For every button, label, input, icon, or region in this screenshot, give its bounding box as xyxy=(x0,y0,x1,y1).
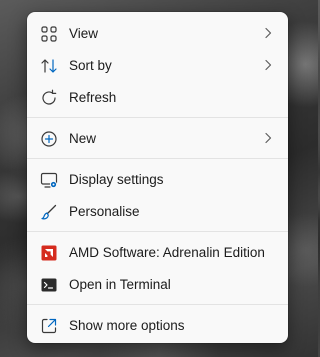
chevron-right-icon xyxy=(264,27,272,39)
menu-item-personalise[interactable]: Personalise xyxy=(27,195,288,227)
menu-separator xyxy=(27,304,288,305)
menu-item-amd-software[interactable]: AMD Software: Adrenalin Edition xyxy=(27,236,288,268)
terminal-icon xyxy=(40,276,58,294)
menu-item-open-in-terminal[interactable]: Open in Terminal xyxy=(27,268,288,300)
menu-item-refresh[interactable]: Refresh xyxy=(27,81,288,113)
menu-item-show-more-options[interactable]: Show more options xyxy=(27,309,288,341)
menu-item-view[interactable]: View xyxy=(27,17,288,49)
amd-logo-icon xyxy=(40,244,58,262)
menu-item-refresh-label: Refresh xyxy=(69,90,117,105)
chevron-right-icon xyxy=(264,59,272,71)
display-settings-icon xyxy=(40,171,58,189)
new-plus-icon xyxy=(40,130,58,148)
menu-separator xyxy=(27,117,288,118)
menu-item-display-settings-label: Display settings xyxy=(69,172,164,187)
show-more-options-icon xyxy=(40,317,58,335)
brush-icon xyxy=(40,203,58,221)
menu-separator xyxy=(27,231,288,232)
desktop-context-menu: View Sort by Refresh New Display setting… xyxy=(27,12,288,343)
refresh-icon xyxy=(40,89,58,107)
menu-item-new[interactable]: New xyxy=(27,122,288,154)
sort-icon xyxy=(40,57,58,75)
menu-separator xyxy=(27,158,288,159)
view-grid-icon xyxy=(40,25,58,43)
menu-item-sort-by[interactable]: Sort by xyxy=(27,49,288,81)
menu-item-view-label: View xyxy=(69,26,99,41)
menu-item-show-more-options-label: Show more options xyxy=(69,318,185,333)
menu-item-new-label: New xyxy=(69,131,97,146)
chevron-right-icon xyxy=(264,132,272,144)
menu-item-display-settings[interactable]: Display settings xyxy=(27,163,288,195)
menu-item-sort-by-label: Sort by xyxy=(69,58,112,73)
menu-item-amd-software-label: AMD Software: Adrenalin Edition xyxy=(69,245,265,260)
menu-item-personalise-label: Personalise xyxy=(69,204,140,219)
menu-item-open-in-terminal-label: Open in Terminal xyxy=(69,277,171,292)
